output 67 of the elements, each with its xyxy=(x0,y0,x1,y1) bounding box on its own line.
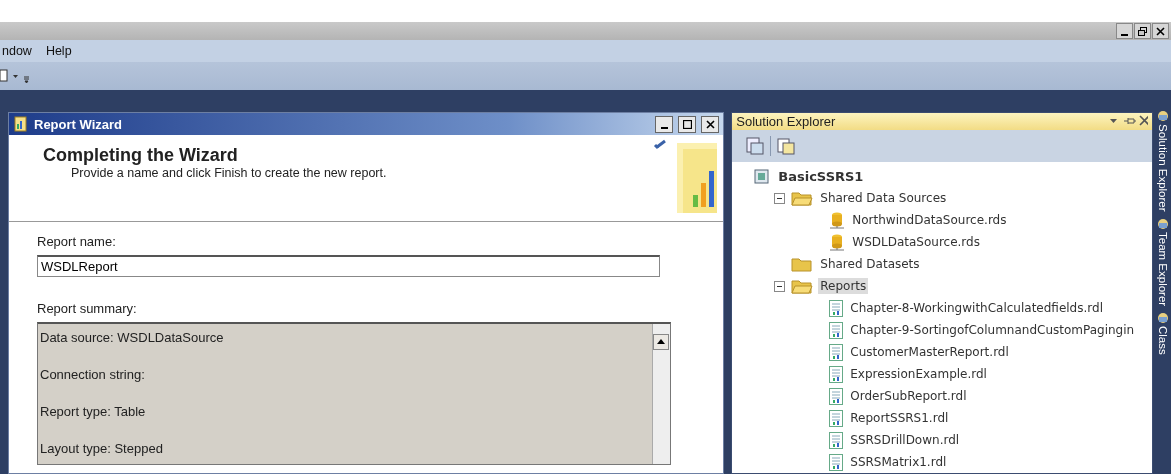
wizard-heading: Completing the Wizard xyxy=(43,145,239,166)
scrollbar[interactable] xyxy=(652,324,670,464)
maximize-icon xyxy=(682,119,692,129)
report-file-icon xyxy=(829,365,844,383)
panel-tab-icon xyxy=(1157,311,1170,324)
database-icon xyxy=(829,233,846,251)
tree-item[interactable]: ReportSSRS1.rdl xyxy=(848,410,951,426)
scroll-up-icon[interactable] xyxy=(653,334,669,350)
summary-line: Report type: Table xyxy=(40,403,147,421)
minimize-icon xyxy=(660,126,668,129)
report-file-icon xyxy=(829,431,844,449)
menu-item[interactable]: ndow xyxy=(2,44,32,58)
tree-item[interactable]: ExpressionExample.rdl xyxy=(848,366,989,382)
summary-line: Layout type: Stepped xyxy=(40,440,164,458)
restore-button[interactable] xyxy=(1134,23,1151,39)
report-file-icon xyxy=(829,343,844,361)
report-file-icon xyxy=(829,409,844,427)
tree-item[interactable]: Chapter-8-WorkingwithCalculatedfields.rdl xyxy=(848,300,1105,316)
database-icon xyxy=(829,211,846,229)
tree-item[interactable]: SSRSMatrix1.rdl xyxy=(848,454,949,470)
field-label: Report name: xyxy=(37,234,117,249)
tree-item[interactable]: NorthwindDataSource.rds xyxy=(850,212,1009,228)
tree-item[interactable]: SSRSDrillDown.rdl xyxy=(848,432,962,448)
close-icon xyxy=(1156,26,1165,36)
report-file-icon xyxy=(829,453,844,471)
tree-item[interactable]: OrderSubReport.rdl xyxy=(848,388,969,404)
tree-item[interactable]: Reports xyxy=(818,278,869,294)
properties-icon[interactable] xyxy=(746,136,765,155)
menu-item[interactable]: Help xyxy=(45,44,72,58)
open-folder-icon xyxy=(791,190,814,206)
show-all-files-icon[interactable] xyxy=(777,136,796,155)
minimize-button[interactable] xyxy=(1116,23,1133,39)
field-label: Report summary: xyxy=(37,301,138,316)
collapse-toggle[interactable] xyxy=(774,192,786,204)
minimize-button[interactable] xyxy=(655,115,674,133)
tree-item[interactable]: Shared Datasets xyxy=(818,256,922,272)
window-title: Report Wizard xyxy=(34,116,122,132)
tree-item[interactable]: CustomerMasterReport.rdl xyxy=(848,344,1011,360)
close-button[interactable] xyxy=(701,115,720,133)
side-tab[interactable]: Class xyxy=(1157,325,1170,355)
report-file-icon xyxy=(829,321,844,339)
minimize-icon xyxy=(1121,33,1128,36)
side-tab[interactable]: Team Explorer xyxy=(1157,231,1170,306)
toolbar-dropdown-icon[interactable] xyxy=(0,68,30,84)
tree-item[interactable]: WSDLDataSource.rds xyxy=(850,234,982,250)
report-name-field[interactable]: WSDLReport xyxy=(37,255,660,277)
wizard-icon xyxy=(13,116,29,132)
restore-icon xyxy=(1138,26,1147,36)
collapse-toggle[interactable] xyxy=(774,280,786,292)
open-folder-icon xyxy=(791,278,814,294)
tree-item[interactable]: BasicSSRS1 xyxy=(776,167,866,185)
report-file-icon xyxy=(829,299,844,317)
tree-item[interactable]: Chapter-9-SortingofColumnandCustomPagingin xyxy=(848,322,1137,338)
side-tab[interactable]: Solution Explorer xyxy=(1157,124,1170,212)
wizard-subtitle: Provide a name and click Finish to create the new report. xyxy=(70,166,388,180)
panel-tab-icon xyxy=(1157,110,1170,122)
maximize-button[interactable] xyxy=(678,115,697,133)
close-icon xyxy=(705,119,715,129)
panel-tab-icon xyxy=(1157,217,1170,230)
tree-item[interactable]: Shared Data Sources xyxy=(818,190,949,206)
summary-line: Connection string: xyxy=(40,366,146,384)
report-file-icon xyxy=(829,387,844,405)
close-button[interactable] xyxy=(1152,23,1169,39)
summary-line: Data source: WSDLDataSource xyxy=(40,329,225,347)
project-icon xyxy=(753,167,772,185)
panel-title: Solution Explorer xyxy=(736,113,836,129)
folder-icon xyxy=(791,256,814,272)
